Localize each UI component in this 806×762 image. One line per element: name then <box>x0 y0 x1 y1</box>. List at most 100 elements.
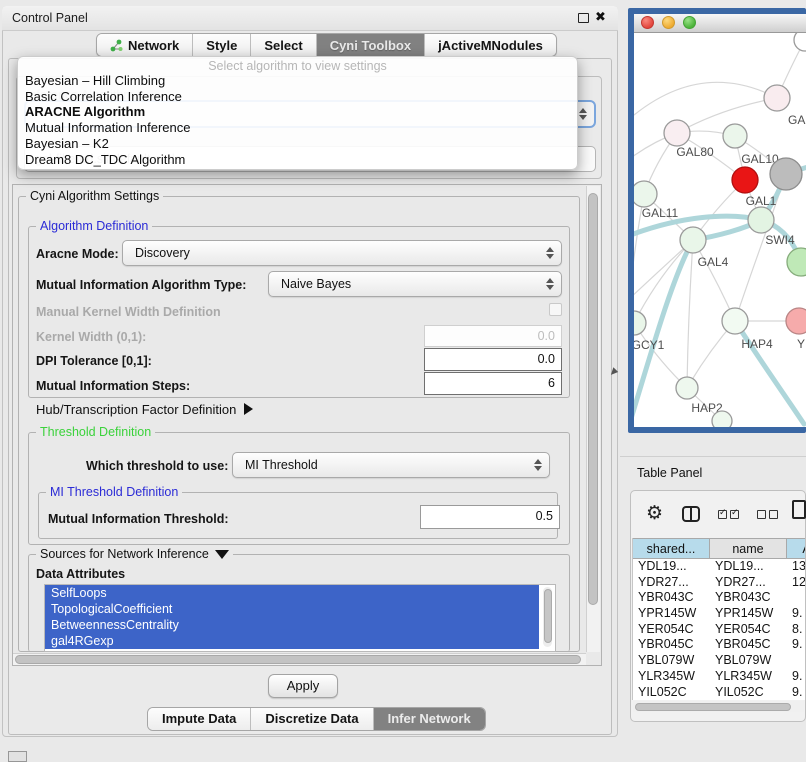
tab-impute-data[interactable]: Impute Data <box>148 708 251 730</box>
tab-cyni-toolbox[interactable]: Cyni Toolbox <box>317 34 425 56</box>
table-row[interactable]: YBL079WYBL079W <box>633 653 805 669</box>
minimize-traffic-light-icon[interactable] <box>662 16 675 29</box>
column-header[interactable]: shared... <box>633 538 710 559</box>
table-cell[interactable]: 12 <box>787 575 805 591</box>
list-scrollbar-thumb[interactable] <box>544 589 552 643</box>
list-scrollbar[interactable] <box>543 587 552 647</box>
table-cell[interactable]: YLR345W <box>710 669 787 685</box>
column-header[interactable]: A <box>787 538 805 559</box>
table-cell[interactable]: YDR27... <box>710 575 787 591</box>
vertical-scrollbar-thumb[interactable] <box>588 193 598 605</box>
tab-jactivemnodules[interactable]: jActiveMNodules <box>425 34 556 56</box>
horizontal-scrollbar-thumb[interactable] <box>15 655 581 664</box>
table-cell[interactable]: 9. <box>787 669 805 685</box>
table-row[interactable]: YDL19...YDL19...13 <box>633 559 805 575</box>
gear-icon[interactable]: ⚙ <box>646 502 663 525</box>
panel-divider[interactable] <box>620 456 806 457</box>
table-row[interactable]: YBR043CYBR043C <box>633 590 805 606</box>
network-canvas[interactable]: GALGAL80GAL10GAL1GAL11SWI4GAL4GCY1HAP4YH… <box>634 33 806 427</box>
network-node-swi4[interactable] <box>748 207 774 233</box>
dropdown-item[interactable]: Bayesian – Hill Climbing <box>24 73 572 89</box>
table-cell[interactable]: YIL052C <box>710 685 787 701</box>
network-node-gal10[interactable] <box>723 124 747 148</box>
network-node[interactable] <box>770 158 802 190</box>
table-horizontal-scrollbar-thumb[interactable] <box>635 703 791 711</box>
tab-network[interactable]: Network <box>97 34 193 56</box>
unselect-all-columns-icon[interactable] <box>757 510 778 519</box>
network-node-hap4[interactable] <box>722 308 748 334</box>
network-view-titlebar[interactable] <box>634 14 806 33</box>
table-cell[interactable]: YBR043C <box>633 590 710 606</box>
new-table-icon[interactable] <box>792 500 806 519</box>
table-cell[interactable]: 9. <box>787 685 805 701</box>
dropdown-item[interactable]: Dream8 DC_TDC Algorithm <box>24 152 572 168</box>
table-cell[interactable]: YLR345W <box>633 669 710 685</box>
manual-kernel-checkbox[interactable] <box>549 303 562 316</box>
table-cell[interactable]: YPR145W <box>710 606 787 622</box>
network-node-gcy1[interactable] <box>634 311 646 335</box>
kernel-width-field[interactable]: 0.0 <box>424 325 562 347</box>
tab-style[interactable]: Style <box>193 34 251 56</box>
network-node-gal11[interactable] <box>634 181 657 207</box>
table-cell[interactable]: 8. <box>787 622 805 638</box>
attribute-list-item[interactable]: BetweennessCentrality <box>45 617 539 633</box>
network-node[interactable] <box>787 248 806 276</box>
table-row[interactable]: YPR145WYPR145W9. <box>633 606 805 622</box>
mi-steps-field[interactable]: 6 <box>424 372 562 395</box>
table-cell[interactable]: YDL19... <box>633 559 710 575</box>
table-row[interactable]: YDR27...YDR27...12 <box>633 575 805 591</box>
network-node-gal[interactable] <box>764 85 790 111</box>
tab-select[interactable]: Select <box>251 34 316 56</box>
table-cell[interactable]: YBL079W <box>633 653 710 669</box>
column-browser-icon[interactable] <box>682 506 700 522</box>
zoom-traffic-light-icon[interactable] <box>683 16 696 29</box>
table-cell[interactable]: YBL079W <box>710 653 787 669</box>
table-cell[interactable] <box>787 590 805 606</box>
which-threshold-combo[interactable]: MI Threshold <box>232 452 550 478</box>
aracne-mode-combo[interactable]: Discovery <box>122 240 562 266</box>
table-row[interactable]: YIL052CYIL052C9. <box>633 685 805 701</box>
hub-definition-expander[interactable]: Hub/Transcription Factor Definition <box>36 402 253 417</box>
table-cell[interactable]: YDR27... <box>633 575 710 591</box>
dropdown-item[interactable]: ARACNE Algorithm <box>24 104 572 120</box>
dropdown-item[interactable]: Bayesian – K2 <box>24 136 572 152</box>
table-cell[interactable]: 9. <box>787 606 805 622</box>
network-node-hap2[interactable] <box>676 377 698 399</box>
attribute-list-item[interactable]: gal4RGexp <box>45 633 539 649</box>
dropdown-item[interactable]: Mutual Information Inference <box>24 120 572 136</box>
table-cell[interactable] <box>787 653 805 669</box>
close-traffic-light-icon[interactable] <box>641 16 654 29</box>
table-cell[interactable]: YER054C <box>710 622 787 638</box>
table-cell[interactable]: 9. <box>787 637 805 653</box>
network-node-y[interactable] <box>786 308 806 334</box>
column-header[interactable]: name <box>710 538 787 559</box>
table-row[interactable]: YER054CYER054C8. <box>633 622 805 638</box>
attribute-list-item[interactable]: TopologicalCoefficient <box>45 601 539 617</box>
network-node-gal80[interactable] <box>664 120 690 146</box>
attribute-list-item[interactable]: SelfLoops <box>45 585 539 601</box>
mi-type-combo[interactable]: Naive Bayes <box>268 271 562 297</box>
table-cell[interactable]: YIL052C <box>633 685 710 701</box>
select-all-columns-icon[interactable] <box>718 510 739 519</box>
table-cell[interactable]: YBR045C <box>710 637 787 653</box>
table-cell[interactable]: YER054C <box>633 622 710 638</box>
dropdown-item[interactable]: Basic Correlation Inference <box>24 89 572 105</box>
data-attributes-list[interactable]: SelfLoopsTopologicalCoefficientBetweenne… <box>44 584 556 652</box>
network-node[interactable] <box>712 411 732 427</box>
window-float-icon[interactable] <box>578 13 589 23</box>
dock-panel-button[interactable] <box>8 751 27 762</box>
table-cell[interactable]: 13 <box>787 559 805 575</box>
mi-threshold-field[interactable]: 0.5 <box>420 505 560 529</box>
network-node-gal1[interactable] <box>732 167 758 193</box>
collapse-down-icon[interactable] <box>215 550 229 559</box>
table-row[interactable]: YLR345WYLR345W9. <box>633 669 805 685</box>
window-close-icon[interactable]: ✖ <box>595 9 606 25</box>
table-cell[interactable]: YDL19... <box>710 559 787 575</box>
table-row[interactable]: YBR045CYBR045C9. <box>633 637 805 653</box>
dpi-tolerance-field[interactable]: 0.0 <box>424 348 562 371</box>
tab-discretize-data[interactable]: Discretize Data <box>251 708 373 730</box>
network-node-gal4[interactable] <box>680 227 706 253</box>
table-cell[interactable]: YPR145W <box>633 606 710 622</box>
table-cell[interactable]: YBR043C <box>710 590 787 606</box>
table-cell[interactable]: YBR045C <box>633 637 710 653</box>
